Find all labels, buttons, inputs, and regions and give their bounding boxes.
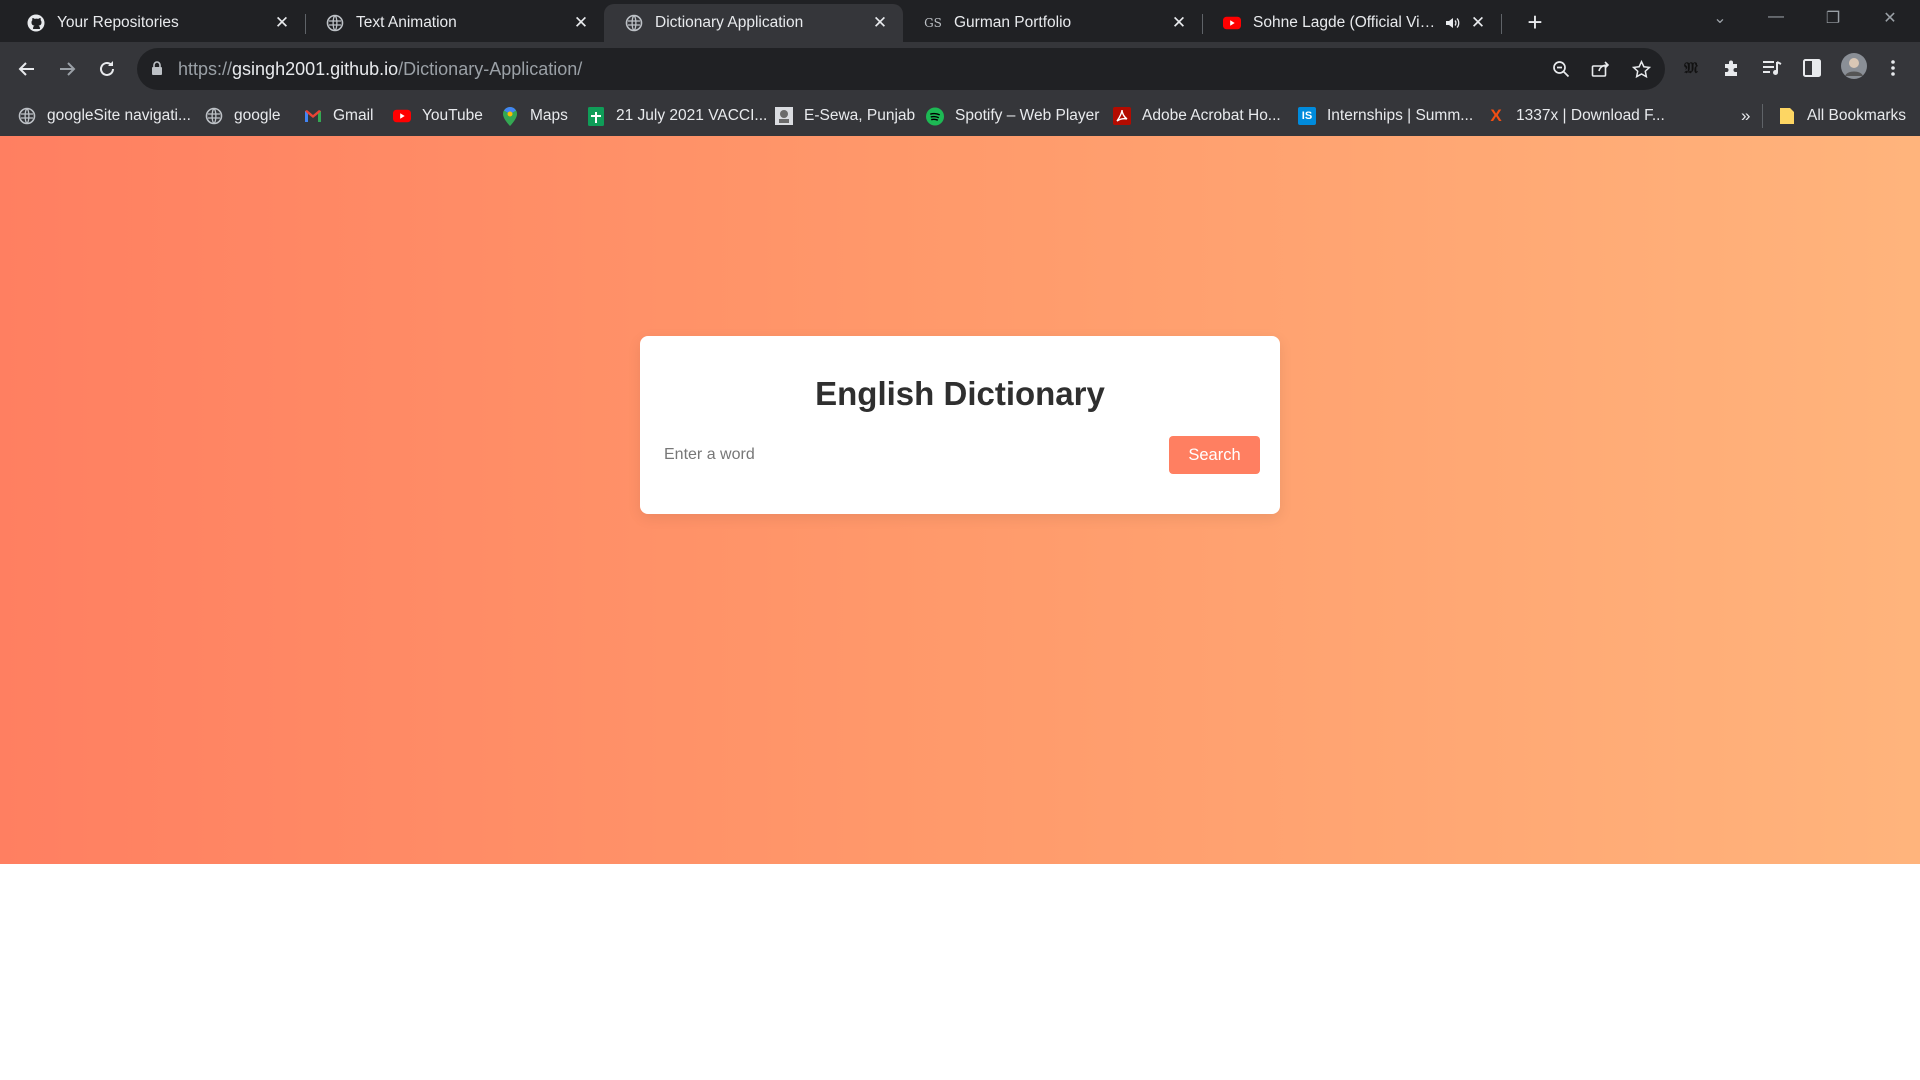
minimize-button[interactable]: —: [1761, 8, 1791, 26]
bookmark-youtube[interactable]: YouTube: [393, 104, 483, 128]
tab-title: Gurman Portfolio: [954, 14, 1072, 31]
bookmark-label: googleSite navigati...: [47, 107, 191, 124]
side-panel-icon[interactable]: [1800, 56, 1824, 80]
globe-icon: [205, 107, 223, 125]
bookmark-label: Spotify – Web Player: [955, 107, 1100, 124]
emblem-icon: [775, 107, 793, 125]
tab-strip: Your Repositories ✕ Text Animation ✕ Dic…: [0, 0, 1920, 42]
extensions-puzzle-icon[interactable]: [1720, 56, 1744, 80]
url-path: /Dictionary-Application/: [398, 59, 583, 79]
tab-close-icon[interactable]: ✕: [1170, 13, 1188, 32]
new-tab-button[interactable]: +: [1521, 9, 1549, 37]
bookmark-1337x[interactable]: X 1337x | Download F...: [1487, 104, 1665, 128]
sheets-icon: [587, 106, 605, 126]
profile-avatar[interactable]: [1840, 52, 1868, 80]
browser-toolbar: https://gsingh2001.github.io/Dictionary-…: [0, 42, 1920, 96]
bookmark-star-icon[interactable]: [1631, 59, 1651, 79]
url-text[interactable]: https://gsingh2001.github.io/Dictionary-…: [178, 59, 582, 80]
tab-your-repositories[interactable]: Your Repositories ✕: [6, 4, 306, 42]
globe-icon: [625, 14, 643, 32]
close-window-button[interactable]: ✕: [1875, 8, 1905, 28]
page-title: English Dictionary: [815, 375, 1105, 412]
page-background: English Dictionary Search: [0, 136, 1920, 864]
bookmark-vaccine-sheet[interactable]: 21 July 2021 VACCI...: [587, 104, 767, 128]
reload-icon: [100, 61, 114, 76]
lock-icon[interactable]: [151, 61, 163, 81]
tab-gurman-portfolio[interactable]: GS Gurman Portfolio ✕: [903, 4, 1203, 42]
bookmark-label: Adobe Acrobat Ho...: [1142, 107, 1281, 124]
internshala-icon: IS: [1298, 107, 1316, 125]
tab-dictionary-application[interactable]: Dictionary Application ✕: [604, 4, 903, 42]
extension-m-icon[interactable]: 𝔐: [1679, 56, 1703, 80]
address-bar[interactable]: https://gsingh2001.github.io/Dictionary-…: [137, 48, 1665, 90]
acrobat-icon: [1113, 107, 1131, 125]
gs-logo-icon: GS: [924, 16, 942, 30]
tab-title: Dictionary Application: [655, 14, 804, 31]
bookmark-label: E-Sewa, Punjab: [804, 107, 916, 124]
tab-title: Your Repositories: [57, 14, 179, 31]
folder-icon: [1778, 107, 1796, 125]
bookmark-label: Internships | Summ...: [1327, 107, 1474, 124]
tab-sohne-lagde[interactable]: Sohne Lagde (Official Video ✕: [1202, 4, 1502, 42]
globe-icon: [326, 14, 344, 32]
gmail-icon: [304, 107, 322, 125]
bookmark-label: google: [234, 107, 281, 124]
bookmark-spotify[interactable]: Spotify – Web Player: [926, 104, 1099, 128]
youtube-icon: [393, 107, 411, 125]
all-bookmarks-label: All Bookmarks: [1807, 107, 1907, 124]
bookmark-adobe-acrobat[interactable]: Adobe Acrobat Ho...: [1113, 104, 1281, 128]
bookmarks-divider: [1762, 104, 1763, 128]
share-icon[interactable]: [1591, 59, 1611, 79]
bookmarks-overflow-button[interactable]: »: [1741, 104, 1750, 128]
word-search-input[interactable]: [664, 436, 1184, 474]
url-scheme: https://: [178, 59, 233, 79]
bookmark-label: 1337x | Download F...: [1516, 107, 1665, 124]
forward-button[interactable]: [53, 55, 81, 83]
back-button[interactable]: [13, 55, 41, 83]
tab-title: Sohne Lagde (Official Video: [1253, 14, 1441, 31]
back-arrow-icon: [18, 62, 34, 76]
menu-kebab-icon[interactable]: [1881, 56, 1905, 80]
tab-title: Text Animation: [356, 14, 457, 31]
bookmark-label: YouTube: [422, 107, 483, 124]
tab-close-icon[interactable]: ✕: [572, 13, 590, 32]
tab-search-button[interactable]: ⌄: [1705, 8, 1735, 28]
bookmark-esewa[interactable]: E-Sewa, Punjab: [775, 104, 915, 128]
tab-divider: [1501, 14, 1502, 34]
bookmark-label: Gmail: [333, 107, 374, 124]
forward-arrow-icon: [60, 62, 76, 76]
restore-button[interactable]: ❐: [1818, 8, 1848, 28]
url-host: gsingh2001.github.io: [232, 59, 399, 79]
all-bookmarks-button[interactable]: All Bookmarks: [1778, 104, 1906, 128]
tab-close-icon[interactable]: ✕: [871, 13, 889, 32]
reload-button[interactable]: [93, 55, 121, 83]
bookmark-google[interactable]: google: [205, 104, 281, 128]
speaker-icon[interactable]: [1445, 16, 1461, 30]
zoom-icon[interactable]: [1551, 59, 1571, 79]
dictionary-card: English Dictionary Search: [640, 336, 1280, 514]
globe-icon: [18, 107, 36, 125]
page-blank-area: [0, 864, 1920, 1080]
bookmark-gmail[interactable]: Gmail: [304, 104, 373, 128]
search-button[interactable]: Search: [1169, 436, 1260, 474]
bookmark-label: Maps: [530, 107, 568, 124]
github-icon: [27, 14, 45, 32]
tab-text-animation[interactable]: Text Animation ✕: [305, 4, 604, 42]
maps-pin-icon: [501, 106, 519, 126]
bookmark-maps[interactable]: Maps: [501, 104, 568, 128]
tab-close-icon[interactable]: ✕: [273, 13, 291, 32]
bookmark-label: 21 July 2021 VACCI...: [616, 107, 768, 124]
x-logo-icon: X: [1490, 106, 1502, 125]
media-queue-icon[interactable]: [1760, 56, 1784, 80]
bookmark-googlesite[interactable]: googleSite navigati...: [18, 104, 191, 128]
spotify-icon: [926, 107, 944, 125]
youtube-icon: [1223, 14, 1241, 32]
bookmarks-bar: googleSite navigati... google Gmail YouT…: [0, 96, 1920, 136]
bookmark-internshala[interactable]: IS Internships | Summ...: [1298, 104, 1473, 128]
tab-close-icon[interactable]: ✕: [1469, 13, 1487, 32]
